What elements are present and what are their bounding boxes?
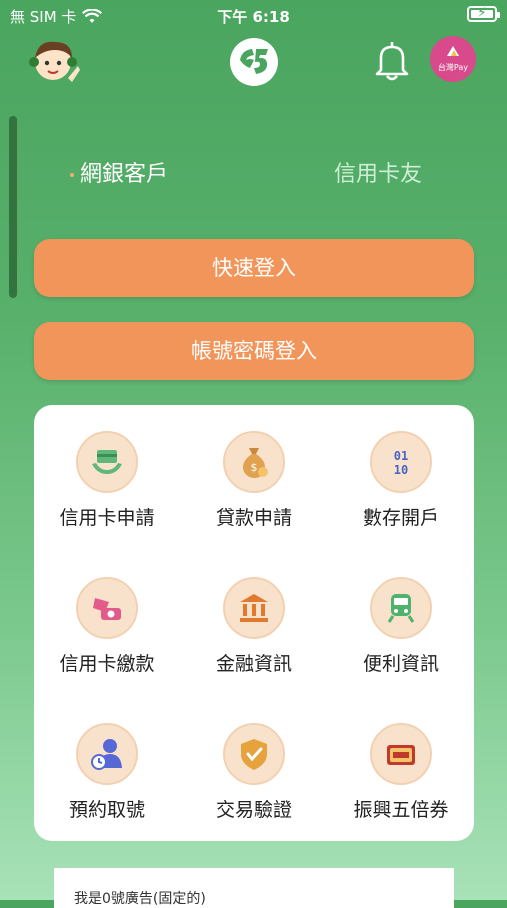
tab-online-banking[interactable]: 網銀客戶 — [70, 156, 168, 188]
tab-credit-card-holder[interactable]: 信用卡友 — [334, 156, 422, 188]
service-convenience-info[interactable]: 便利資訊 — [328, 577, 474, 697]
binary-icon: 01 10 — [370, 431, 432, 493]
scroll-indicator[interactable] — [9, 116, 17, 298]
service-credit-card-payment[interactable]: 信用卡繳款 — [34, 577, 180, 697]
quick-login-button[interactable]: 快速登入 — [34, 239, 474, 297]
service-label: 交易驗證 — [215, 799, 292, 821]
password-login-button[interactable]: 帳號密碼登入 — [34, 322, 474, 380]
taiwan-pay-button[interactable]: 台灣Pay — [430, 36, 476, 82]
service-label: 金融資訊 — [215, 653, 292, 675]
bank-icon — [223, 577, 285, 639]
svg-text:10: 10 — [394, 463, 408, 477]
service-label: 振興五倍券 — [353, 799, 449, 821]
active-tab-dot — [70, 173, 74, 177]
service-transaction-verification[interactable]: 交易驗證 — [181, 723, 327, 843]
battery-icon: ⚡ — [467, 5, 500, 22]
header: 台灣Pay — [0, 32, 507, 92]
tab-online-banking-label: 網銀客戶 — [80, 162, 169, 187]
service-appointment-number[interactable]: 預約取號 — [34, 723, 180, 843]
service-digital-account-opening[interactable]: 01 10 數存開戶 — [328, 431, 474, 551]
status-time: 下午 6:18 — [217, 8, 290, 26]
service-stimulus-voucher[interactable]: 振興五倍券 — [328, 723, 474, 843]
service-financial-info[interactable]: 金融資訊 — [181, 577, 327, 697]
login-tabs: 網銀客戶 信用卡友 — [0, 150, 507, 194]
service-credit-card-application[interactable]: 信用卡申請 — [34, 431, 180, 551]
service-label: 信用卡繳款 — [59, 653, 155, 675]
card-payment-icon — [76, 577, 138, 639]
voucher-icon — [370, 723, 432, 785]
service-label: 便利資訊 — [362, 653, 439, 675]
status-bar: 無 SIM 卡 下午 6:18 ⚡ — [0, 0, 507, 32]
money-bag-icon: $ — [223, 431, 285, 493]
shield-check-icon — [223, 723, 285, 785]
tab-credit-card-holder-label: 信用卡友 — [334, 162, 423, 187]
taiwan-pay-label: 台灣Pay — [437, 63, 469, 72]
service-label: 信用卡申請 — [59, 507, 155, 529]
bell-icon[interactable] — [372, 38, 412, 82]
svg-text:$: $ — [251, 461, 258, 474]
person-clock-icon — [76, 723, 138, 785]
service-loan-application[interactable]: $ 貸款申請 — [181, 431, 327, 551]
card-hand-icon — [76, 431, 138, 493]
services-card: 信用卡申請 $ 貸款申請 0110 數存開戶 信用卡繳款 金融資訊 便利資訊 — [34, 405, 474, 841]
bank-logo-icon — [230, 38, 278, 86]
train-icon — [370, 577, 432, 639]
svg-text:01: 01 — [394, 449, 408, 463]
ad-text: 我是0號廣告(固定的) — [74, 891, 206, 907]
service-label: 貸款申請 — [215, 507, 292, 529]
service-label: 數存開戶 — [362, 507, 439, 529]
taiwan-pay-icon — [447, 46, 459, 56]
service-label: 預約取號 — [68, 799, 145, 821]
ad-banner[interactable]: 我是0號廣告(固定的) — [54, 868, 454, 908]
mascot-avatar-icon[interactable] — [28, 36, 82, 86]
